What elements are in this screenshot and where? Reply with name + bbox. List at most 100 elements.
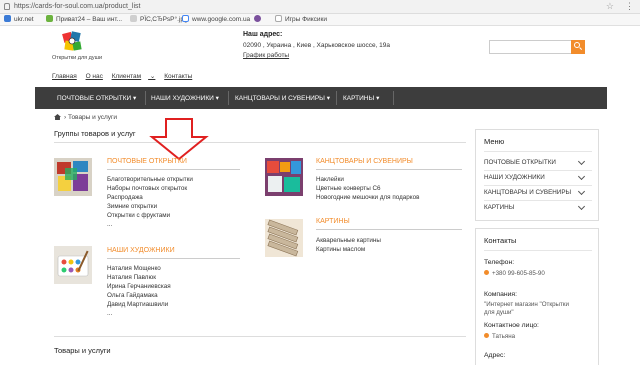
bookmark-label: ukr.net [14,16,34,23]
group-items-stationery: Наклейки Цветные конверты С6 Новогодние … [316,175,419,202]
search-box[interactable] [489,40,585,54]
person-label: Контактное лицо: [484,322,539,329]
bookmark-label: Приват24 – Ваш инт... [56,16,123,23]
sidebar-divider [484,170,592,171]
sidebar-item-artists[interactable]: НАШИ ХУДОЖНИКИ [484,174,545,181]
nav-artists[interactable]: НАШИ ХУДОЖНИКИ ▾ [151,94,219,102]
privat24-icon [46,15,53,22]
group-title-postcards[interactable]: ПОЧТОВЫЕ ОТКРЫТКИ [107,158,187,165]
schedule-link[interactable]: График работы [243,52,390,59]
search-button[interactable] [571,40,585,54]
group-item[interactable]: Распродажа [107,193,193,202]
file-icon [130,15,137,22]
bookmark-ukrnet[interactable]: ukr.net [4,15,34,23]
main-nav: ПОЧТОВЫЕ ОТКРЫТКИ ▾ НАШИ ХУДОЖНИКИ ▾ КАН… [35,87,607,109]
group-title-stationery[interactable]: КАНЦТОВАРЫ И СУВЕНИРЫ [316,158,413,165]
address-title: Наш адрес: [243,31,283,38]
chevron-down-icon[interactable] [577,172,586,181]
sidebar-item-stationery[interactable]: КАНЦТОВАРЫ И СУВЕНИРЫ [484,189,571,196]
breadcrumb: › Товары и услуги [54,114,117,121]
bookmarks-bar: ukr.net Приват24 – Ваш инт... РЇС‚СЂРѕР°… [0,14,640,26]
red-arrow-annotation [149,118,209,161]
group-item[interactable]: Картины маслом [316,245,381,254]
bookmark-label: РЇС‚СЂРѕР°.jpg [140,16,188,23]
sidebar-item-postcards[interactable]: ПОЧТОВЫЕ ОТКРЫТКИ [484,159,556,166]
logo-caption: Открытки для души [52,55,103,61]
group-item[interactable]: Цветные конверты С6 [316,184,419,193]
phone-number: +380 99-605-85-90 [492,270,545,277]
group-item[interactable]: Ирина Герчаниевская [107,282,171,291]
group-item[interactable]: Зимние открытки [107,202,193,211]
group-item[interactable]: Давид Мартиашвили [107,300,171,309]
group-item-more[interactable]: ... [107,309,171,318]
nav-divider [228,91,229,105]
nav-postcards[interactable]: ПОЧТОВЫЕ ОТКРЫТКИ ▾ [57,94,136,102]
bookmark-google[interactable]: www.google.com.ua [182,15,250,23]
nav-paintings[interactable]: КАРТИНЫ ▾ [343,94,379,102]
sidebar-divider [484,185,592,186]
group-item[interactable]: Наклейки [316,175,419,184]
group-title-paintings[interactable]: КАРТИНЫ [316,218,350,225]
chevron-down-icon[interactable] [577,202,586,211]
chevron-down-icon[interactable] [577,157,586,166]
nav-label: КАРТИНЫ [343,95,375,102]
company-value-line: для души" [484,309,514,316]
phone-label: Телефон: [484,259,515,266]
bookmark-label: Игры Фиксики [285,16,327,23]
group-item[interactable]: Наталия Мощенко [107,264,171,273]
group-item[interactable]: Акварельные картины [316,236,381,245]
company-label: Компания: [484,291,517,298]
phone-value[interactable]: +380 99-605-85-90 [484,270,545,278]
chevron-down-icon[interactable] [577,187,586,196]
bookmark-games[interactable]: Игры Фиксики [275,15,327,23]
sidebar-item-paintings[interactable]: КАРТИНЫ [484,204,514,211]
group-title-artists[interactable]: НАШИ ХУДОЖНИКИ [107,247,175,254]
address-label: Адрес: [484,352,506,359]
bookmark-privat24[interactable]: Приват24 – Ваш инт... [46,15,122,23]
viber-icon [254,15,261,22]
group-item[interactable]: Открытки с фруктами [107,211,193,220]
postcards-thumbnail[interactable] [54,158,92,196]
section-divider [54,336,466,337]
link-about[interactable]: О нас [86,73,103,80]
group-items-postcards: Благотворительные открытки Наборы почтов… [107,175,193,229]
person-name: Татьяна [492,333,516,340]
group-divider [107,258,240,259]
top-links: Главная О нас Клиентам ⌄ Контакты [52,72,199,80]
stationery-thumbnail[interactable] [265,158,303,196]
nav-stationery[interactable]: КАНЦТОВАРЫ И СУВЕНИРЫ ▾ [235,94,330,102]
sidebar-menu-panel: Меню ПОЧТОВЫЕ ОТКРЫТКИ НАШИ ХУДОЖНИКИ КА… [475,129,599,221]
group-item[interactable]: Наталия Павлюк [107,273,171,282]
sidebar-contacts-title: Контакты [484,236,517,245]
sidebar-divider [484,151,592,152]
ukrnet-icon [4,15,11,22]
file-icon [275,15,282,22]
link-clients-label: Клиентам [111,73,142,80]
group-item[interactable]: Наборы почтовых открыток [107,184,193,193]
paintings-thumbnail[interactable] [265,219,303,257]
google-icon [182,15,189,22]
nav-divider [336,91,337,105]
star-icon[interactable]: ☆ [606,1,614,12]
link-clients[interactable]: Клиентам ⌄ [112,73,156,80]
group-item-more[interactable]: ... [107,220,193,229]
browser-menu-icon[interactable]: ⋮ [625,1,634,12]
site-logo[interactable]: Открытки для души [52,30,107,64]
home-icon[interactable] [54,114,61,120]
group-items-paintings: Акварельные картины Картины маслом [316,236,381,254]
group-item[interactable]: Новогодние мешочки для подарков [316,193,419,202]
bookmark-viber[interactable] [254,15,264,23]
group-item[interactable]: Благотворительные открытки [107,175,193,184]
sidebar-divider [484,250,592,251]
address-bar[interactable]: https://cards-for-soul.com.ua/product_li… [0,0,640,14]
bottom-section-title: Товары и услуги [54,346,111,355]
group-item[interactable]: Ольга Гайдамака [107,291,171,300]
link-home[interactable]: Главная [52,73,77,80]
artists-thumbnail[interactable] [54,246,92,284]
link-contacts[interactable]: Контакты [164,73,192,80]
url-text[interactable]: https://cards-for-soul.com.ua/product_li… [14,3,140,10]
section-title: Группы товаров и услуг [54,129,136,138]
bookmark-jpg[interactable]: РЇС‚СЂРѕР°.jpg [130,15,188,23]
nav-divider [145,91,146,105]
nav-label: КАНЦТОВАРЫ И СУВЕНИРЫ [235,95,325,102]
